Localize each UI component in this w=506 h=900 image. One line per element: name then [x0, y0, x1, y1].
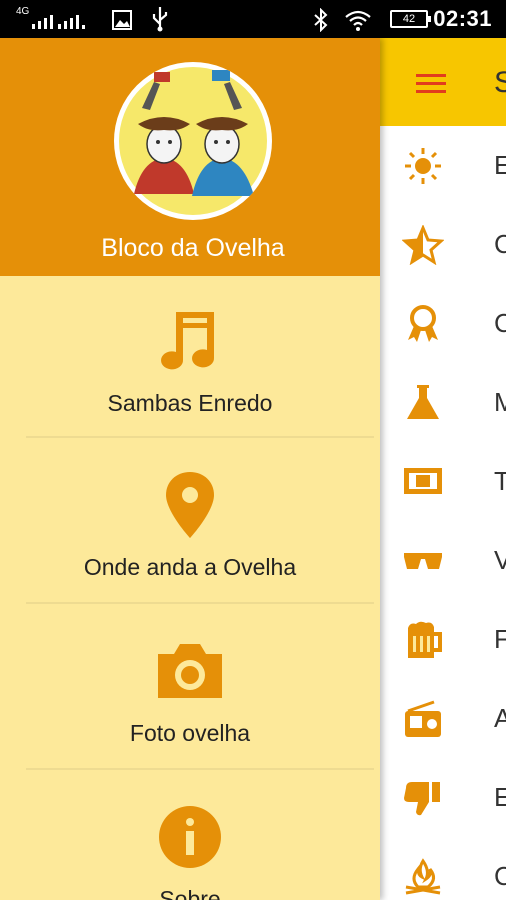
info-icon — [159, 806, 221, 868]
music-note-icon — [161, 312, 215, 370]
image-icon — [112, 10, 132, 30]
drawer-item-foto-ovelha[interactable]: Foto ovelha — [0, 606, 380, 772]
list-item[interactable]: T — [380, 442, 506, 521]
drawer-item-sambas-enredo[interactable]: Sambas Enredo — [0, 276, 380, 442]
drawer-item-label: Onde anda a Ovelha — [83, 554, 297, 580]
list-item-label: F — [494, 624, 506, 654]
money-icon — [404, 468, 442, 494]
list-item-label: C — [494, 229, 506, 259]
list-item-label: E — [494, 150, 506, 180]
list-item[interactable]: C — [380, 837, 506, 900]
list-item-label: V — [494, 545, 506, 575]
divider — [26, 602, 374, 604]
wifi-icon — [345, 10, 371, 31]
camera-icon — [158, 644, 222, 698]
drawer-item-label: Sobre — [159, 886, 221, 900]
bluetooth-icon — [314, 8, 328, 32]
thumbs-down-icon — [404, 782, 440, 816]
list-item[interactable]: E — [380, 758, 506, 837]
list-item-label: M — [494, 387, 506, 417]
list-item-label: C — [494, 308, 506, 338]
radio-icon — [405, 700, 441, 737]
list-item[interactable]: E — [380, 126, 506, 205]
divider — [26, 436, 374, 438]
battery-icon: 42 — [390, 10, 431, 28]
usb-icon — [152, 7, 168, 32]
award-ribbon-icon — [408, 305, 438, 342]
list-item-label: C — [494, 861, 506, 891]
drawer-header: Bloco da Ovelha — [0, 38, 380, 276]
drawer-title: Bloco da Ovelha — [101, 234, 285, 262]
list-item-label: A — [494, 703, 506, 733]
status-clock: 02:31 — [433, 6, 492, 31]
list-item[interactable]: M — [380, 363, 506, 442]
drawer-item-sobre[interactable]: Sobre — [0, 772, 380, 900]
status-bar: 4G 42 02:31 — [0, 0, 506, 38]
list-item-label: T — [494, 466, 506, 496]
campfire-icon — [405, 858, 441, 895]
beer-mug-icon — [408, 621, 442, 658]
sunglasses-icon — [404, 553, 442, 569]
network-type: 4G — [16, 6, 30, 17]
star-icon — [402, 225, 444, 265]
menu-icon[interactable] — [416, 74, 446, 94]
list-item[interactable]: C — [380, 205, 506, 284]
app-toolbar: S — [380, 38, 506, 126]
signal-icon — [32, 15, 85, 29]
drawer-item-onde-anda[interactable]: Onde anda a Ovelha — [0, 440, 380, 606]
sun-icon — [405, 148, 441, 184]
background-app: S E C C M T V F A E C — [380, 38, 506, 900]
drawer-item-label: Sambas Enredo — [107, 390, 273, 416]
drawer-item-label: Foto ovelha — [129, 720, 251, 746]
toolbar-title: S — [494, 66, 506, 99]
list-item[interactable]: A — [380, 679, 506, 758]
bloco-logo — [114, 62, 272, 220]
navigation-drawer: Bloco da Ovelha Sambas Enredo Onde anda … — [0, 38, 380, 900]
list-item[interactable]: V — [380, 521, 506, 600]
list-item-label: E — [494, 782, 506, 812]
divider — [26, 768, 374, 770]
list-item[interactable]: C — [380, 284, 506, 363]
list-item[interactable]: F — [380, 600, 506, 679]
map-pin-icon — [166, 472, 214, 538]
flask-icon — [407, 385, 439, 419]
